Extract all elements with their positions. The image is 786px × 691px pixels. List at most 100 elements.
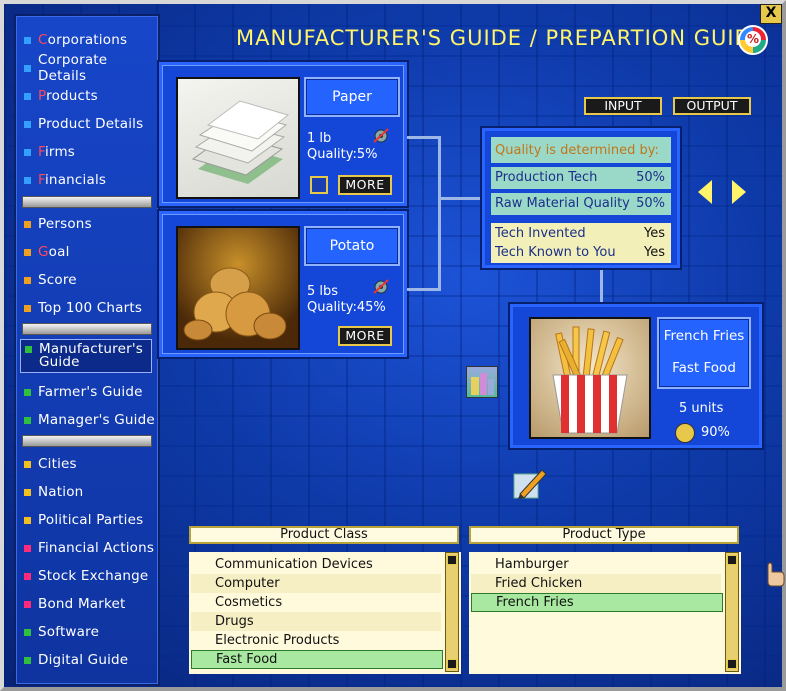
sidebar-divider <box>22 435 152 447</box>
hand-cursor-icon <box>767 562 785 587</box>
sidebar-divider <box>22 196 152 208</box>
quality-row-key: Tech Invented <box>495 226 586 241</box>
input-quality-potato: Quality:45% <box>307 300 386 315</box>
quality-row: Raw Material Quality 50% <box>491 193 671 215</box>
scroll-up-icon[interactable] <box>447 555 457 565</box>
sidebar-item-corporate-details[interactable]: Corporate Details <box>24 52 158 84</box>
more-button-potato[interactable]: MORE <box>338 326 392 346</box>
output-product-name: French Fries <box>663 328 745 344</box>
input-checkbox-paper[interactable] <box>310 176 328 194</box>
input-quality-paper: Quality:5% <box>307 147 378 162</box>
percent-pie-icon[interactable]: % <box>738 25 768 55</box>
sidebar-item-label: Farmer's Guide <box>38 384 143 400</box>
french-fries-image <box>529 317 651 439</box>
quality-row-value: 50% <box>636 170 665 185</box>
quality-row-key: Production Tech <box>495 170 598 185</box>
scroll-down-icon[interactable] <box>447 659 457 669</box>
scroll-down-icon[interactable] <box>727 659 737 669</box>
product-class-list: Communication Devices Computer Cosmetics… <box>189 552 461 674</box>
gear-tool-icon <box>373 279 389 294</box>
sidebar-item-label: Political Parties <box>38 512 144 528</box>
close-button[interactable]: X <box>760 4 782 24</box>
quality-row-value: Yes <box>644 226 665 241</box>
connector-line <box>407 136 440 139</box>
more-button-paper[interactable]: MORE <box>338 175 392 195</box>
sidebar-item-label: Firms <box>38 144 76 160</box>
sidebar-item-label: Product Details <box>38 116 144 132</box>
bullet-icon <box>24 388 31 396</box>
sidebar-item-label: Goal <box>38 244 70 260</box>
bullet-icon <box>24 460 31 468</box>
page-title: MANUFACTURER'S GUIDE / PREPARTION GUIDE <box>236 26 766 50</box>
bullet-icon <box>24 304 31 312</box>
building-icon[interactable] <box>466 366 498 398</box>
bullet-icon <box>24 488 31 496</box>
list-item-selected[interactable]: French Fries <box>471 593 723 612</box>
next-arrow-icon[interactable] <box>732 180 746 204</box>
sidebar-item-label: Financials <box>38 172 107 188</box>
sidebar-item-label: Bond Market <box>38 596 126 612</box>
bullet-icon <box>24 248 31 256</box>
bullet-icon <box>24 628 31 636</box>
sidebar-item-managers-guide[interactable]: Manager's Guide <box>24 409 155 431</box>
bullet-icon <box>24 276 31 284</box>
scroll-up-icon[interactable] <box>727 555 737 565</box>
list-item[interactable]: Drugs <box>191 612 441 631</box>
list-item[interactable]: Cosmetics <box>191 593 441 612</box>
list-item[interactable]: Electronic Products <box>191 631 441 650</box>
sidebar-item-label: Manufacturer's Guide <box>39 341 143 370</box>
sidebar-item-farmers-guide[interactable]: Farmer's Guide <box>24 381 143 403</box>
input-name-paper[interactable]: Paper <box>304 77 400 117</box>
bullet-icon <box>24 176 31 184</box>
sidebar-item-financial-actions[interactable]: Financial Actions <box>24 537 154 559</box>
sidebar-item-cities[interactable]: Cities <box>24 453 77 475</box>
sidebar-item-manufacturers-guide[interactable]: Manufacturer's Guide <box>20 339 152 373</box>
connector-line <box>407 288 440 291</box>
sidebar-item-bond-market[interactable]: Bond Market <box>24 593 126 615</box>
quality-medal-icon <box>675 423 695 443</box>
sidebar-item-products[interactable]: Products <box>24 85 98 107</box>
sidebar-item-persons[interactable]: Persons <box>24 213 92 235</box>
sidebar-item-nation[interactable]: Nation <box>24 481 83 503</box>
list-item[interactable]: Fried Chicken <box>471 574 721 593</box>
input-button[interactable]: INPUT <box>584 97 662 115</box>
input-name-potato[interactable]: Potato <box>304 226 400 266</box>
output-button[interactable]: OUTPUT <box>673 97 751 115</box>
product-type-header: Product Type <box>469 526 739 544</box>
pencil-edit-icon[interactable] <box>512 464 548 500</box>
sidebar-item-software[interactable]: Software <box>24 621 99 643</box>
bullet-icon <box>24 36 31 44</box>
sidebar-item-goal[interactable]: Goal <box>24 241 70 263</box>
quality-panel: Quality is determined by: Production Tec… <box>482 128 680 268</box>
output-product-button[interactable]: French Fries Fast Food <box>657 317 751 389</box>
bullet-icon <box>24 220 31 228</box>
paper-image <box>176 77 300 199</box>
quality-row-value: Yes <box>644 245 665 260</box>
output-quality: 90% <box>701 425 730 440</box>
quality-heading-row: Quality is determined by: <box>491 137 671 163</box>
sidebar-item-financials[interactable]: Financials <box>24 169 106 191</box>
sidebar-item-score[interactable]: Score <box>24 269 77 291</box>
sidebar-item-stock-exchange[interactable]: Stock Exchange <box>24 565 148 587</box>
bullet-icon <box>24 64 31 72</box>
list-item[interactable]: Hamburger <box>471 555 721 574</box>
sidebar-item-corporations[interactable]: Corporations <box>24 29 127 51</box>
sidebar-item-product-details[interactable]: Product Details <box>24 113 143 135</box>
product-class-scrollbar[interactable] <box>445 552 459 672</box>
sidebar-item-label: Digital Guide <box>38 652 129 668</box>
bullet-icon <box>24 92 31 100</box>
list-item-selected[interactable]: Fast Food <box>191 650 443 669</box>
sidebar-item-firms[interactable]: Firms <box>24 141 75 163</box>
quality-row-key: Raw Material Quality <box>495 196 630 211</box>
previous-arrow-icon[interactable] <box>698 180 712 204</box>
output-card: French Fries Fast Food 5 units 90% <box>510 304 762 448</box>
sidebar-item-label: Corporations <box>38 32 128 48</box>
sidebar-item-label: Corporate Details <box>38 52 108 84</box>
product-type-scrollbar[interactable] <box>725 552 739 672</box>
sidebar-item-political-parties[interactable]: Political Parties <box>24 509 143 531</box>
list-item[interactable]: Computer <box>191 574 441 593</box>
input-card-paper: Paper 1 lb Quality:5% MORE <box>159 62 407 206</box>
sidebar-item-digital-guide[interactable]: Digital Guide <box>24 649 128 671</box>
sidebar-item-top-100-charts[interactable]: Top 100 Charts <box>24 297 142 319</box>
list-item[interactable]: Communication Devices <box>191 555 441 574</box>
